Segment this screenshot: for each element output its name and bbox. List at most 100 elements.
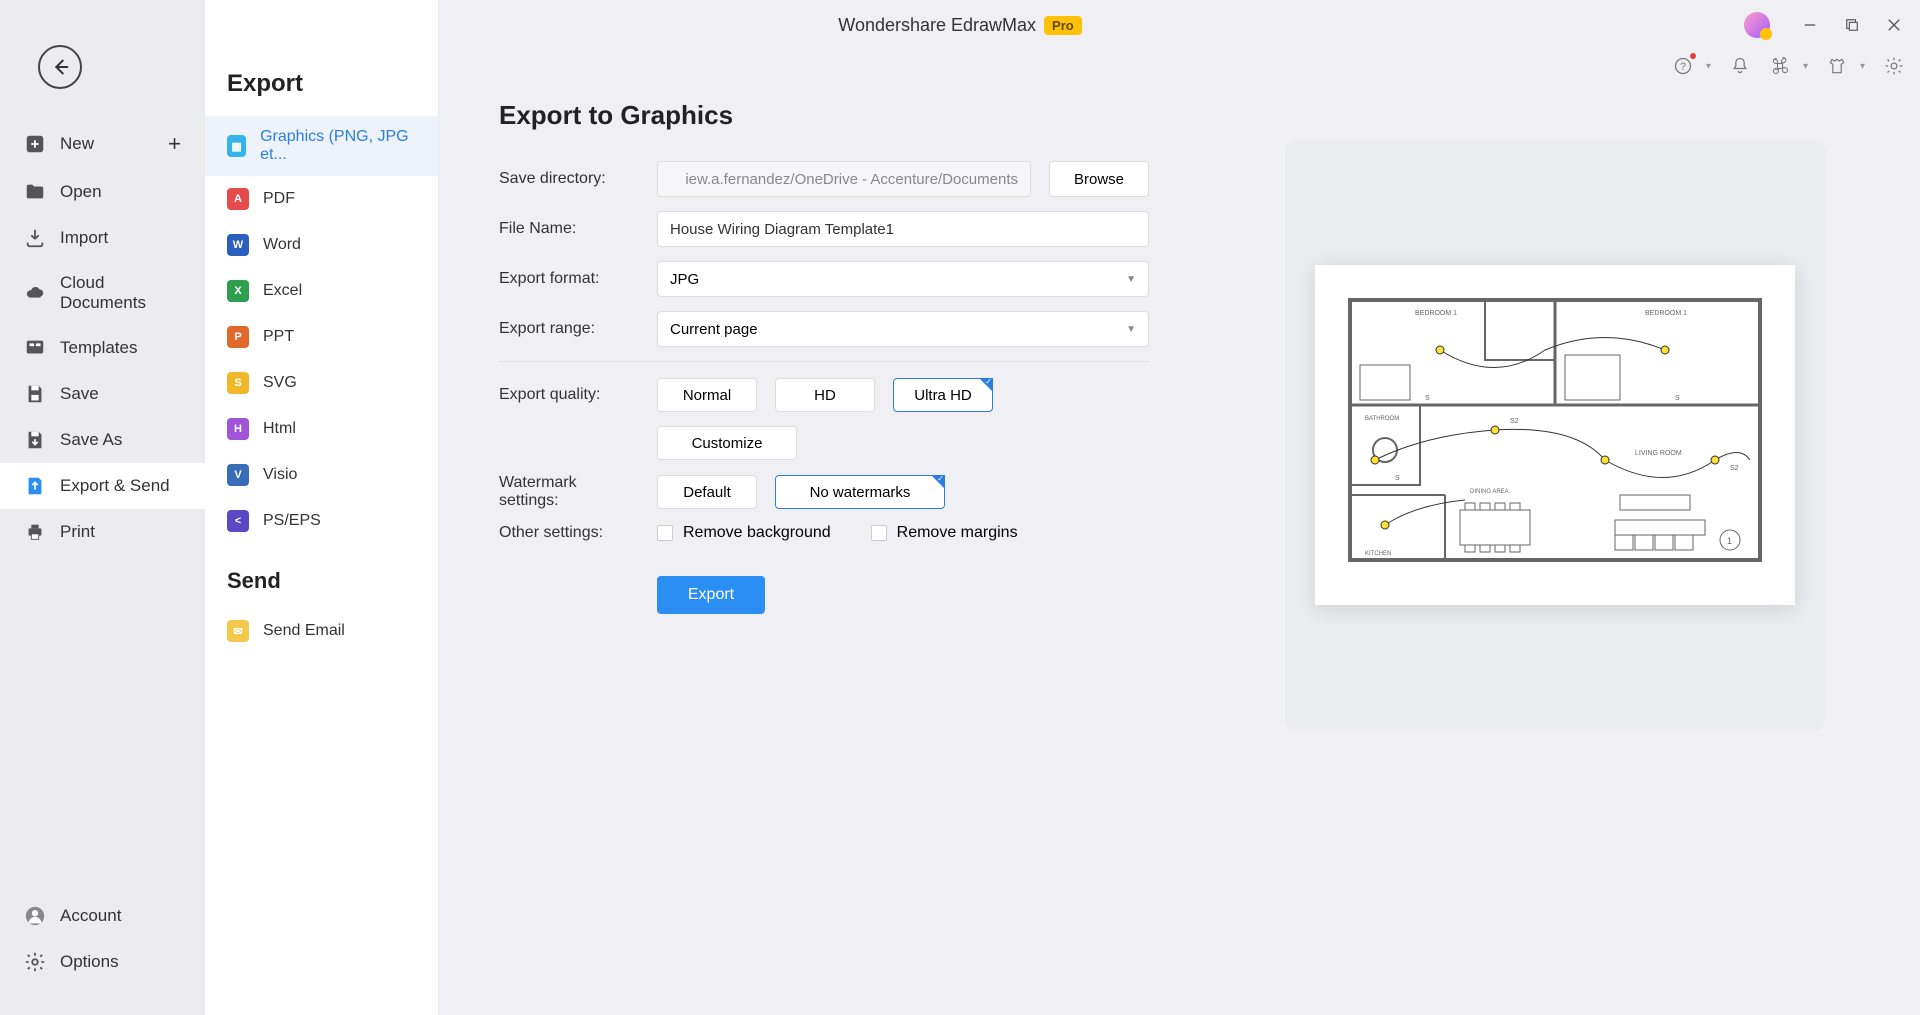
svg-text:BATHROOM: BATHROOM	[1365, 416, 1399, 422]
nav-label: Save	[60, 384, 99, 404]
account-icon	[24, 905, 46, 927]
quality-customize[interactable]: Customize	[657, 426, 797, 460]
export-item-label: SVG	[263, 374, 297, 392]
command-icon[interactable]	[1769, 55, 1791, 77]
help-dropdown-caret[interactable]: ▾	[1706, 61, 1711, 72]
new-plus-icon[interactable]: +	[168, 131, 181, 157]
quality-normal[interactable]: Normal	[657, 378, 757, 412]
remove-background-checkbox[interactable]	[657, 525, 673, 541]
nav-templates[interactable]: Templates	[0, 325, 205, 371]
minimize-button[interactable]	[1799, 14, 1821, 36]
svg-text:DINING AREA: DINING AREA	[1470, 489, 1509, 495]
export-item-label: Excel	[263, 282, 302, 300]
range-label: Export range:	[499, 320, 639, 338]
print-icon	[24, 521, 46, 543]
export-item-label: PPT	[263, 328, 294, 346]
svg-text:S2: S2	[1510, 418, 1519, 425]
nav-label: Print	[60, 522, 95, 542]
mail-icon: ✉	[227, 620, 249, 642]
help-icon[interactable]: ?	[1672, 55, 1694, 77]
save-dir-input[interactable]	[657, 161, 1031, 197]
browse-button[interactable]: Browse	[1049, 161, 1149, 197]
nav-import[interactable]: Import	[0, 215, 205, 261]
preview-card: color	[1285, 140, 1825, 730]
export-svg[interactable]: S SVG	[205, 360, 438, 406]
export-item-label: Html	[263, 420, 296, 438]
watermark-label: Watermark settings:	[499, 474, 639, 510]
save-icon	[24, 383, 46, 405]
export-pseps[interactable]: < PS/EPS	[205, 498, 438, 544]
excel-file-icon: X	[227, 280, 249, 302]
toolbar-right: ? ▾ ▾ ▾	[1672, 55, 1905, 77]
import-icon	[24, 227, 46, 249]
export-type-sidebar: Export ▦ Graphics (PNG, JPG et... A PDF …	[205, 0, 439, 1015]
svg-text:S: S	[1675, 395, 1680, 402]
export-button[interactable]: Export	[657, 576, 765, 614]
svg-text:KITCHEN: KITCHEN	[1365, 551, 1391, 557]
remove-margins-label: Remove margins	[897, 524, 1018, 542]
bell-icon[interactable]	[1729, 55, 1751, 77]
export-html[interactable]: H Html	[205, 406, 438, 452]
word-file-icon: W	[227, 234, 249, 256]
options-gear-icon	[24, 951, 46, 973]
nav-new[interactable]: New +	[0, 119, 205, 169]
export-icon	[24, 475, 46, 497]
nav-label: New	[60, 134, 94, 154]
range-select[interactable]: Current page ▼	[657, 311, 1149, 347]
svg-file-icon: S	[227, 372, 249, 394]
gear-icon[interactable]	[1883, 55, 1905, 77]
plus-square-icon	[24, 133, 46, 155]
shirt-dropdown-caret[interactable]: ▾	[1860, 61, 1865, 72]
range-value: Current page	[670, 321, 758, 338]
watermark-none[interactable]: No watermarks	[775, 475, 945, 509]
watermark-default[interactable]: Default	[657, 475, 757, 509]
nav-options[interactable]: Options	[0, 939, 205, 985]
cloud-icon	[24, 282, 46, 304]
close-button[interactable]	[1883, 14, 1905, 36]
file-name-input[interactable]	[657, 211, 1149, 247]
svg-text:S2: S2	[1730, 465, 1739, 472]
export-pdf[interactable]: A PDF	[205, 176, 438, 222]
export-ppt[interactable]: P PPT	[205, 314, 438, 360]
command-dropdown-caret[interactable]: ▾	[1803, 61, 1808, 72]
export-graphics[interactable]: ▦ Graphics (PNG, JPG et...	[205, 116, 438, 176]
nav-print[interactable]: Print	[0, 509, 205, 555]
export-item-label: PS/EPS	[263, 512, 321, 530]
svg-text:BEDROOM 1: BEDROOM 1	[1645, 310, 1687, 317]
remove-margins-checkbox[interactable]	[871, 525, 887, 541]
quality-label: Export quality:	[499, 386, 639, 404]
nav-label: Options	[60, 952, 119, 972]
svg-text:LIVING ROOM: LIVING ROOM	[1635, 450, 1682, 457]
svg-text:?: ?	[1680, 61, 1686, 73]
chevron-down-icon: ▼	[1126, 274, 1136, 285]
format-select[interactable]: JPG ▼	[657, 261, 1149, 297]
quality-ultra-hd[interactable]: Ultra HD	[893, 378, 993, 412]
quality-hd[interactable]: HD	[775, 378, 875, 412]
nav-account[interactable]: Account	[0, 893, 205, 939]
user-avatar[interactable]	[1744, 12, 1770, 38]
nav-open[interactable]: Open	[0, 169, 205, 215]
back-button[interactable]	[38, 45, 82, 89]
export-item-label: Graphics (PNG, JPG et...	[260, 128, 416, 164]
remove-bg-label: Remove background	[683, 524, 831, 542]
floorplan-diagram: color	[1345, 295, 1765, 575]
export-excel[interactable]: X Excel	[205, 268, 438, 314]
maximize-button[interactable]	[1841, 14, 1863, 36]
file-menu-sidebar: New + Open Import Cloud Documents Templa…	[0, 0, 205, 1015]
nav-label: Export & Send	[60, 476, 170, 496]
save-as-icon	[24, 429, 46, 451]
nav-save[interactable]: Save	[0, 371, 205, 417]
format-label: Export format:	[499, 270, 639, 288]
nav-save-as[interactable]: Save As	[0, 417, 205, 463]
nav-label: Account	[60, 906, 121, 926]
main-content: Export to Graphics Save directory: Brows…	[439, 0, 1920, 1015]
shirt-icon[interactable]	[1826, 55, 1848, 77]
export-item-label: Word	[263, 236, 301, 254]
templates-icon	[24, 337, 46, 359]
send-email[interactable]: ✉ Send Email	[205, 608, 438, 654]
nav-cloud-documents[interactable]: Cloud Documents	[0, 261, 205, 325]
nav-export-send[interactable]: Export & Send	[0, 463, 205, 509]
export-visio[interactable]: V Visio	[205, 452, 438, 498]
export-word[interactable]: W Word	[205, 222, 438, 268]
svg-text:S: S	[1425, 395, 1430, 402]
